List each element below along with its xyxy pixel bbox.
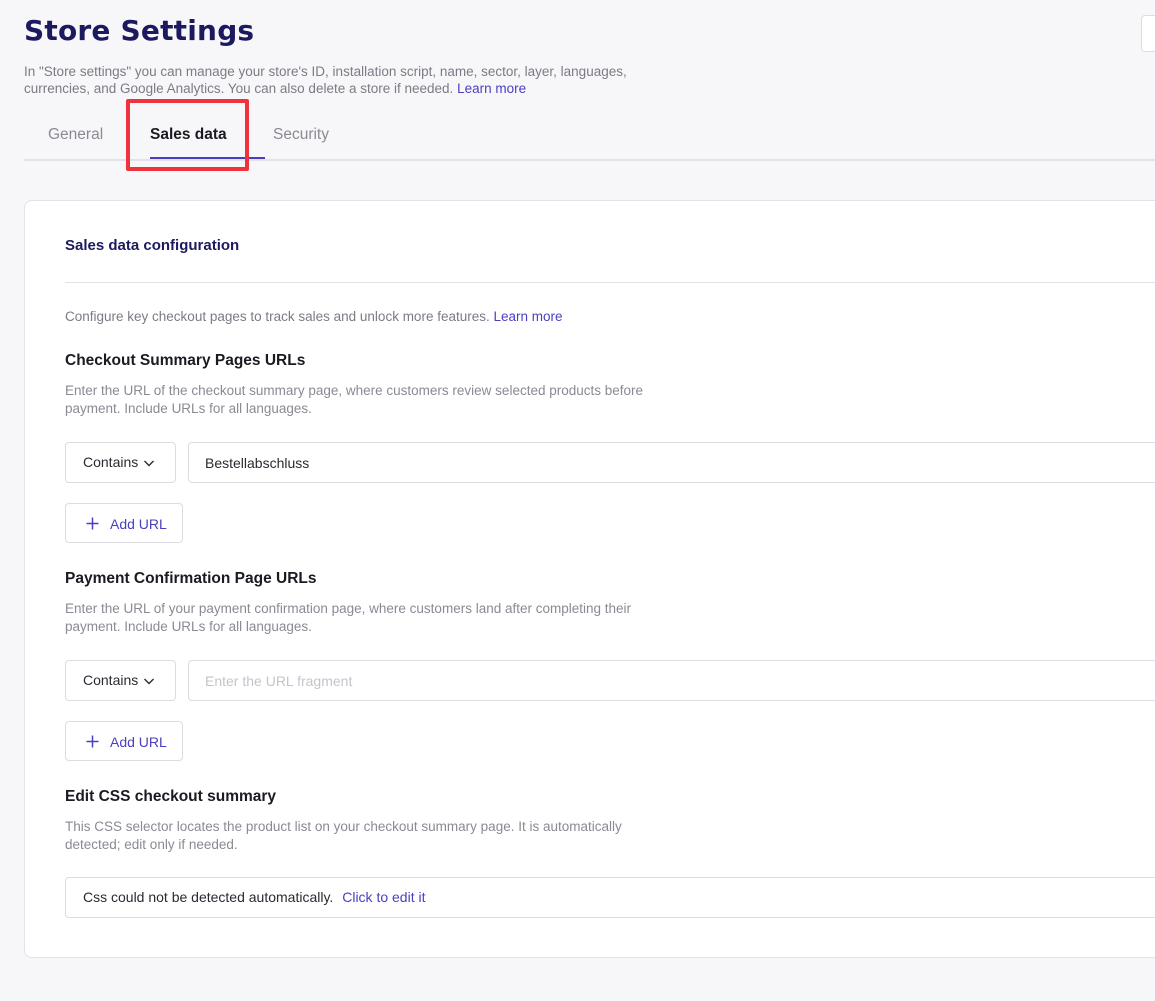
page-description: In "Store settings" you can manage your …	[24, 63, 664, 97]
checkout-add-url-label: Add URL	[110, 516, 167, 532]
checkout-section-description: Enter the URL of the checkout summary pa…	[65, 383, 644, 416]
css-selector-box: Css could not be detected automatically.…	[65, 877, 1155, 918]
card-title: Sales data configuration	[65, 237, 240, 254]
intro-learn-more-link[interactable]: Learn more	[494, 309, 563, 324]
payment-section-description: Enter the URL of your payment confirmati…	[65, 601, 632, 634]
settings-tabs: General Sales data Security	[24, 108, 1155, 161]
css-section-description: This CSS selector locates the product li…	[65, 819, 622, 852]
checkout-match-type-value: Contains	[83, 454, 139, 470]
plus-icon	[86, 517, 99, 530]
intro-text: Configure key checkout pages to track sa…	[65, 309, 563, 324]
learn-more-link[interactable]: Learn more	[457, 81, 526, 96]
payment-section-title: Payment Confirmation Page URLs	[65, 570, 317, 587]
checkout-add-url-button[interactable]: Add URL	[65, 503, 183, 543]
page-title: Store Settings	[24, 14, 255, 47]
chevron-down-icon	[144, 460, 154, 467]
tab-sales-data[interactable]: Sales data	[150, 108, 227, 161]
checkout-section-title: Checkout Summary Pages URLs	[65, 352, 306, 369]
sales-data-card: Sales data configuration Configure key c…	[24, 200, 1155, 958]
card-divider	[65, 282, 1155, 283]
intro-description: Configure key checkout pages to track sa…	[65, 309, 490, 324]
payment-match-type-value: Contains	[83, 672, 139, 688]
payment-url-input[interactable]	[188, 660, 1155, 701]
tab-security[interactable]: Security	[273, 108, 329, 161]
tab-general[interactable]: General	[48, 108, 103, 161]
page-description-text: In "Store settings" you can manage your …	[24, 64, 627, 96]
css-edit-link[interactable]: Click to edit it	[342, 889, 425, 905]
payment-add-url-label: Add URL	[110, 734, 167, 750]
payment-add-url-button[interactable]: Add URL	[65, 721, 183, 761]
css-section-title: Edit CSS checkout summary	[65, 788, 277, 805]
chevron-down-icon	[144, 678, 154, 685]
header-action-button[interactable]	[1141, 15, 1155, 52]
plus-icon	[86, 735, 99, 748]
active-tab-indicator	[150, 157, 265, 159]
payment-match-type-select[interactable]: Contains	[65, 660, 176, 701]
css-status-text: Css could not be detected automatically.	[83, 889, 334, 905]
checkout-match-type-select[interactable]: Contains	[65, 442, 176, 483]
checkout-url-input[interactable]	[188, 442, 1155, 483]
